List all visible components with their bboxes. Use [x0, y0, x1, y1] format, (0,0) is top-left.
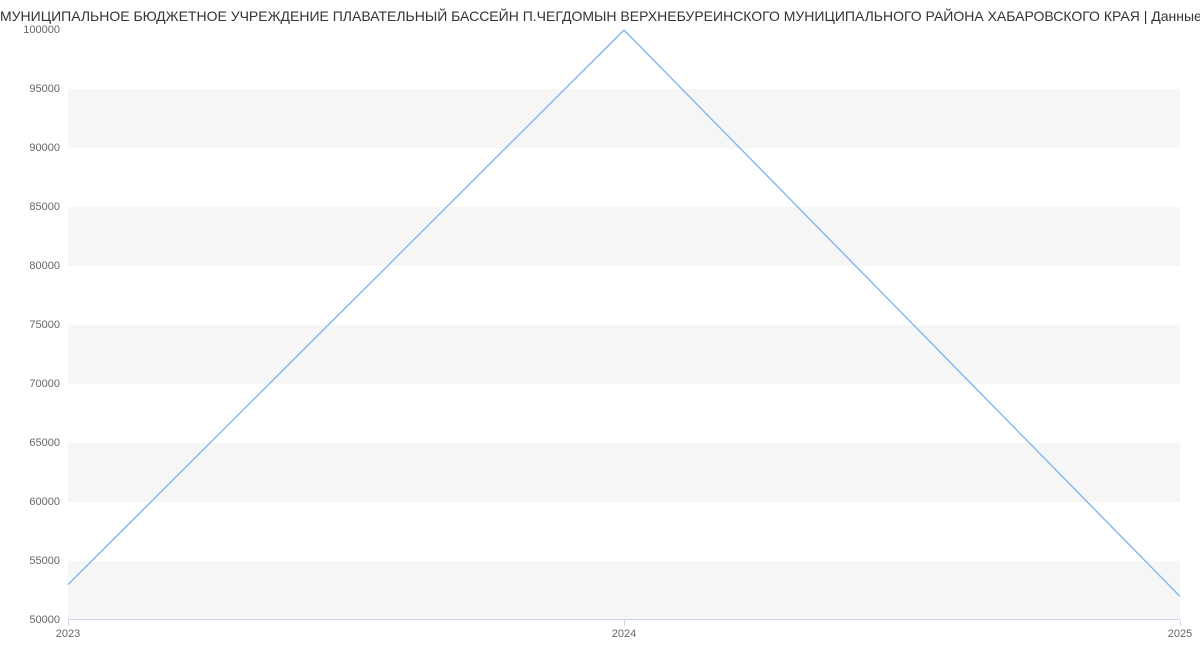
chart-line-svg: [68, 30, 1180, 620]
chart-title: МУНИЦИПАЛЬНОЕ БЮДЖЕТНОЕ УЧРЕЖДЕНИЕ ПЛАВА…: [0, 0, 1200, 32]
x-axis-label: 2024: [612, 628, 636, 640]
y-axis-label: 85000: [29, 201, 60, 213]
y-axis-label: 90000: [29, 142, 60, 154]
y-axis-label: 70000: [29, 378, 60, 390]
x-axis-tick: [624, 620, 625, 626]
x-axis-label: 2023: [56, 628, 80, 640]
chart-container: МУНИЦИПАЛЬНОЕ БЮДЖЕТНОЕ УЧРЕЖДЕНИЕ ПЛАВА…: [0, 0, 1200, 650]
y-axis-label: 50000: [29, 614, 60, 626]
x-axis-tick: [1180, 620, 1181, 626]
y-axis-label: 95000: [29, 83, 60, 95]
x-axis-label: 2025: [1168, 628, 1192, 640]
y-axis-label: 65000: [29, 437, 60, 449]
y-axis-label: 60000: [29, 496, 60, 508]
plot-area: 5000055000600006500070000750008000085000…: [68, 30, 1180, 620]
y-axis-label: 80000: [29, 260, 60, 272]
y-axis-label: 100000: [23, 24, 60, 36]
data-series-line: [68, 30, 1180, 596]
x-axis-tick: [68, 620, 69, 626]
y-axis-label: 75000: [29, 319, 60, 331]
y-axis-label: 55000: [29, 555, 60, 567]
